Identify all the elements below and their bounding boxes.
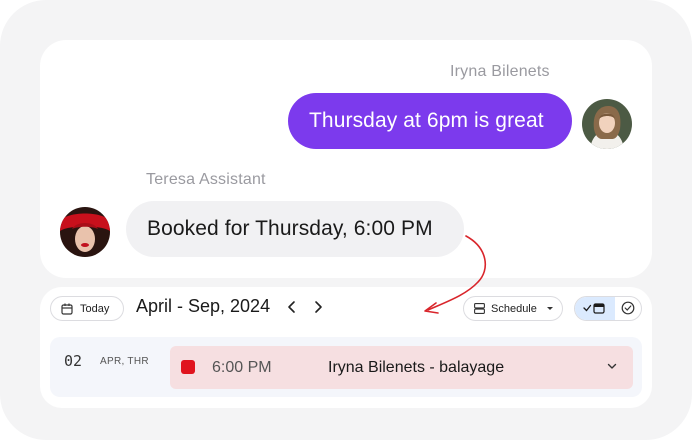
date-range-title: April - Sep, 2024 xyxy=(136,296,271,316)
check-calendar-toggle[interactable] xyxy=(575,297,615,320)
assistant-name: Teresa Assistant xyxy=(146,171,266,188)
assistant-message-text: Booked for Thursday, 6:00 PM xyxy=(147,217,433,240)
event-card[interactable]: 6:00 PM Iryna Bilenets - balayage xyxy=(170,346,633,389)
event-title: Iryna Bilenets - balayage xyxy=(328,359,505,376)
schedule-icon xyxy=(474,303,485,314)
chevron-down-icon[interactable] xyxy=(607,363,617,370)
view-select[interactable]: Schedule xyxy=(463,296,563,321)
day-number: 02 xyxy=(64,352,83,370)
day-label: APR, THR xyxy=(100,356,149,367)
check-circle-icon[interactable] xyxy=(621,301,635,315)
check-calendar-icon xyxy=(583,303,605,314)
chevron-right-icon[interactable] xyxy=(312,300,324,314)
chat-panel: Iryna Bilenets Thursday at 6pm is great … xyxy=(40,40,652,278)
assistant-avatar xyxy=(60,207,110,257)
user-name: Iryna Bilenets xyxy=(450,63,550,80)
schedule-row: 02 APR, THR 6:00 PM Iryna Bilenets - bal… xyxy=(50,337,642,397)
today-label: Today xyxy=(80,302,110,315)
caret-down-icon xyxy=(546,307,553,310)
today-button[interactable]: Today xyxy=(50,296,124,321)
calendar-icon xyxy=(61,303,73,315)
calendar-panel: Today April - Sep, 2024 Schedule 02 APR,… xyxy=(40,287,652,408)
event-time: 6:00 PM xyxy=(212,359,272,376)
assistant-message-bubble: Booked for Thursday, 6:00 PM xyxy=(126,201,464,257)
user-message-text: Thursday at 6pm is great xyxy=(309,109,544,132)
user-message-bubble: Thursday at 6pm is great xyxy=(288,93,572,149)
view-toggle-group xyxy=(574,296,642,321)
chevron-left-icon[interactable] xyxy=(286,300,298,314)
event-color-dot xyxy=(181,360,195,374)
view-select-label: Schedule xyxy=(491,302,537,315)
user-avatar xyxy=(582,99,632,149)
